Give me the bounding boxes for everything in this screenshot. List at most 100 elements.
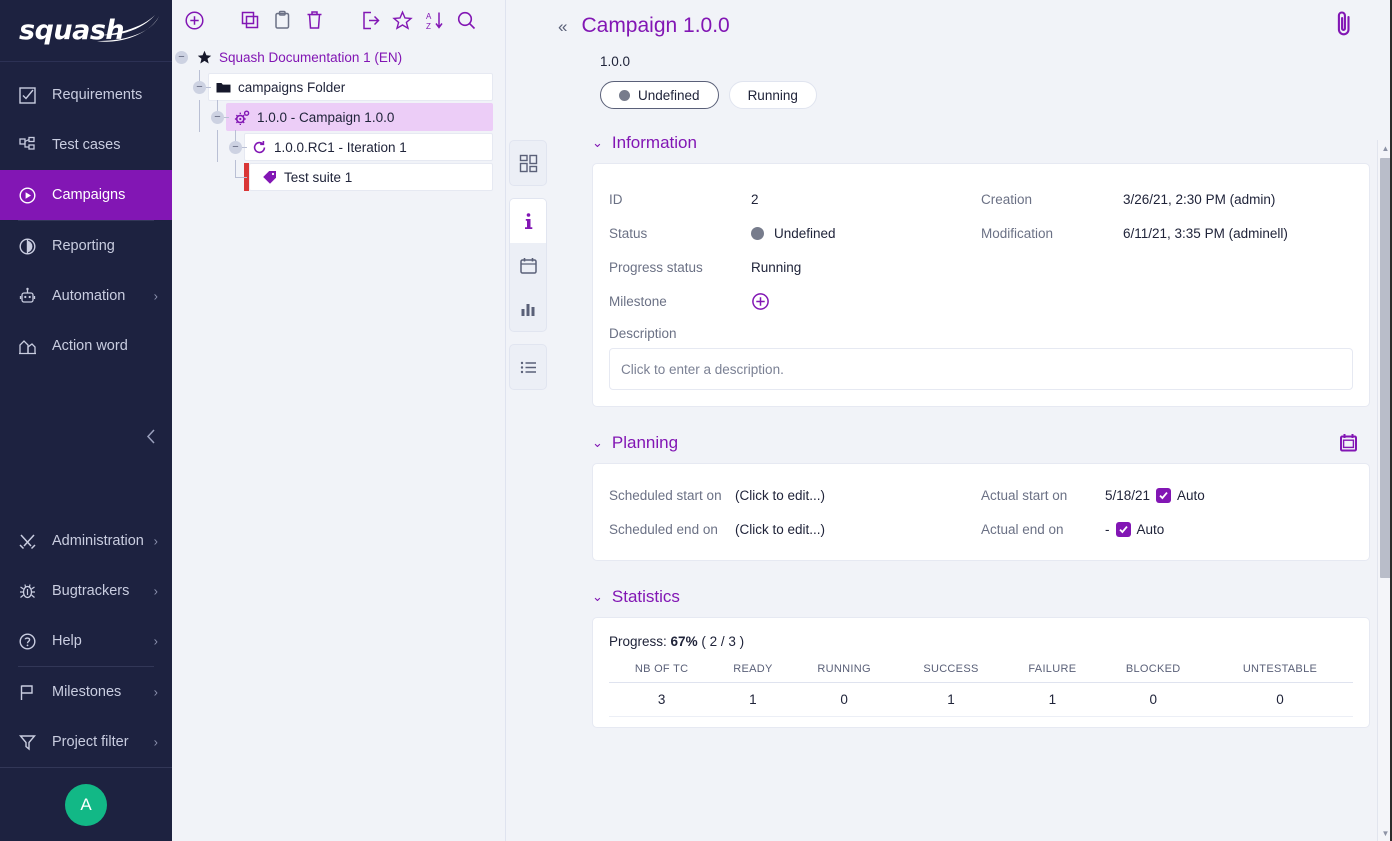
field-milestone: Milestone: [609, 284, 981, 318]
tree-node-root[interactable]: − Squash Documentation 1 (EN): [172, 42, 505, 72]
tree-panel: AZ − Squash Documentation 1 (EN): [172, 0, 506, 841]
auto-label: Auto: [1177, 488, 1205, 503]
campaign-gear-icon: [234, 110, 250, 125]
flag-icon: [18, 681, 44, 703]
tree-node-test-suite-1[interactable]: Test suite 1: [172, 162, 505, 192]
table-column-header: NB OF TC: [609, 663, 714, 683]
sidebar-item-bugtrackers[interactable]: Bugtrackers ›: [0, 566, 172, 616]
sidebar-item-reporting[interactable]: Reporting: [0, 221, 172, 271]
information-icon[interactable]: [509, 199, 547, 243]
tree-node-label-wrap[interactable]: campaigns Folder: [208, 73, 493, 101]
table-cell: 0: [1207, 683, 1353, 717]
page-title: Campaign 1.0.0: [581, 14, 729, 38]
statistics-card: Progress: 67% ( 2 / 3 ) NB OF TCREADYRUN…: [592, 617, 1370, 728]
tree-toggle-minus[interactable]: −: [175, 51, 188, 64]
field-label: Actual start on: [981, 488, 1105, 503]
information-right-column: Creation 3/26/21, 2:30 PM (admin) Modifi…: [981, 182, 1353, 318]
tree-node-campaigns-folder[interactable]: − campaigns Folder: [172, 72, 505, 102]
double-chevron-left-icon[interactable]: «: [558, 18, 567, 35]
actual-end-date: -: [1105, 522, 1110, 537]
table-cell: 0: [792, 683, 897, 717]
calendar-icon[interactable]: [509, 243, 547, 287]
tree-toggle-minus[interactable]: −: [229, 141, 242, 154]
automation-robot-icon: [18, 285, 44, 307]
sort-az-icon[interactable]: AZ: [418, 4, 450, 36]
progress-badge[interactable]: Running: [729, 81, 817, 109]
paperclip-icon[interactable]: [1332, 8, 1356, 43]
tree-toggle-minus[interactable]: −: [211, 111, 224, 124]
list-icon[interactable]: [509, 345, 547, 389]
sidebar-item-milestones[interactable]: Milestones ›: [0, 667, 172, 717]
search-icon[interactable]: [450, 4, 482, 36]
field-actual-start: Actual start on 5/18/21 Auto: [981, 478, 1353, 512]
sidebar-item-administration[interactable]: Administration ›: [0, 516, 172, 566]
logo-swoosh-icon: [95, 11, 161, 49]
tree-indent: [172, 132, 190, 162]
delete-trash-icon[interactable]: [298, 4, 330, 36]
sidebar-item-campaigns[interactable]: Campaigns: [0, 170, 172, 220]
app-logo[interactable]: squash: [0, 0, 172, 62]
star-filled-icon: [197, 50, 212, 65]
tree-toggle-minus[interactable]: −: [193, 81, 206, 94]
tree-node-label: campaigns Folder: [238, 80, 345, 95]
field-label: ID: [609, 192, 751, 207]
sidebar-item-automation[interactable]: Automation ›: [0, 271, 172, 321]
field-value-editable[interactable]: (Click to edit...): [735, 488, 825, 503]
field-label: Creation: [981, 192, 1123, 207]
sidebar-item-action-word[interactable]: Action word: [0, 321, 172, 371]
add-circle-icon[interactable]: [751, 292, 770, 311]
description-input[interactable]: Click to enter a description.: [609, 348, 1353, 390]
dashboard-grid-icon[interactable]: [509, 141, 547, 185]
chart-bar-icon[interactable]: [509, 287, 547, 331]
export-icon[interactable]: [354, 4, 386, 36]
tree-indent: [226, 162, 244, 192]
tree-node-label-wrap[interactable]: 1.0.0.RC1 - Iteration 1: [244, 133, 493, 161]
field-status: Status Undefined: [609, 216, 981, 250]
copy-icon[interactable]: [234, 4, 266, 36]
sidebar-item-test-cases[interactable]: Test cases: [0, 120, 172, 170]
sidebar-item-label: Milestones: [52, 684, 121, 700]
chevron-down-icon[interactable]: ⌄: [592, 589, 603, 605]
auto-checkbox[interactable]: [1156, 488, 1171, 503]
description-label: Description: [609, 326, 1353, 341]
calendar-icon[interactable]: [1339, 433, 1358, 458]
administration-icon: [18, 530, 44, 552]
actual-start-date: 5/18/21: [1105, 488, 1150, 503]
tree-node-label-wrap[interactable]: Test suite 1: [249, 163, 493, 191]
sidebar-item-requirements[interactable]: Requirements: [0, 70, 172, 120]
tree-indent: [208, 162, 226, 192]
field-value: 6/11/21, 3:35 PM (adminell): [1123, 226, 1288, 241]
tree-node-label-wrap[interactable]: 1.0.0 - Campaign 1.0.0: [226, 103, 493, 131]
planning-section: ⌄ Planning Scheduled start on (Click to …: [592, 433, 1370, 561]
field-value[interactable]: Undefined: [751, 226, 836, 241]
sidebar-item-label: Project filter: [52, 734, 129, 750]
auto-checkbox[interactable]: [1116, 522, 1131, 537]
field-value-editable[interactable]: (Click to edit...): [735, 522, 825, 537]
rail-group-dashboard: [509, 140, 547, 186]
avatar[interactable]: A: [65, 784, 107, 826]
add-icon[interactable]: [178, 4, 210, 36]
chevron-down-icon[interactable]: ⌄: [592, 135, 603, 151]
sidebar-item-project-filter[interactable]: Project filter ›: [0, 717, 172, 767]
chevron-right-icon: ›: [154, 685, 158, 700]
chevron-down-icon[interactable]: ⌄: [592, 435, 603, 451]
tree-toolbar: AZ: [172, 0, 505, 40]
favorite-star-icon[interactable]: [386, 4, 418, 36]
sidebar-collapse-button[interactable]: [140, 425, 162, 447]
sidebar-item-label: Requirements: [52, 87, 142, 103]
tree-indent: [190, 162, 208, 192]
tree-node-iteration-1[interactable]: − 1.0.0.RC1 - Iteration 1: [172, 132, 505, 162]
paste-icon[interactable]: [266, 4, 298, 36]
tree-indent: [208, 132, 226, 162]
sidebar-item-label: Administration: [52, 533, 144, 549]
status-badge[interactable]: Undefined: [600, 81, 719, 109]
status-badge-label: Undefined: [638, 88, 700, 103]
tree-node-campaign-1-0-0[interactable]: − 1.0.0 - Campaign 1.0.0: [172, 102, 505, 132]
sidebar-item-help[interactable]: Help ›: [0, 616, 172, 666]
tree-guide-line: [235, 177, 247, 178]
planning-grid: Scheduled start on (Click to edit...) Sc…: [609, 478, 1353, 546]
user-avatar-area[interactable]: A: [0, 767, 172, 841]
tree-node-label-wrap[interactable]: Squash Documentation 1 (EN): [190, 43, 412, 71]
svg-text:A: A: [426, 12, 432, 21]
statistics-table: NB OF TCREADYRUNNINGSUCCESSFAILUREBLOCKE…: [609, 663, 1353, 717]
